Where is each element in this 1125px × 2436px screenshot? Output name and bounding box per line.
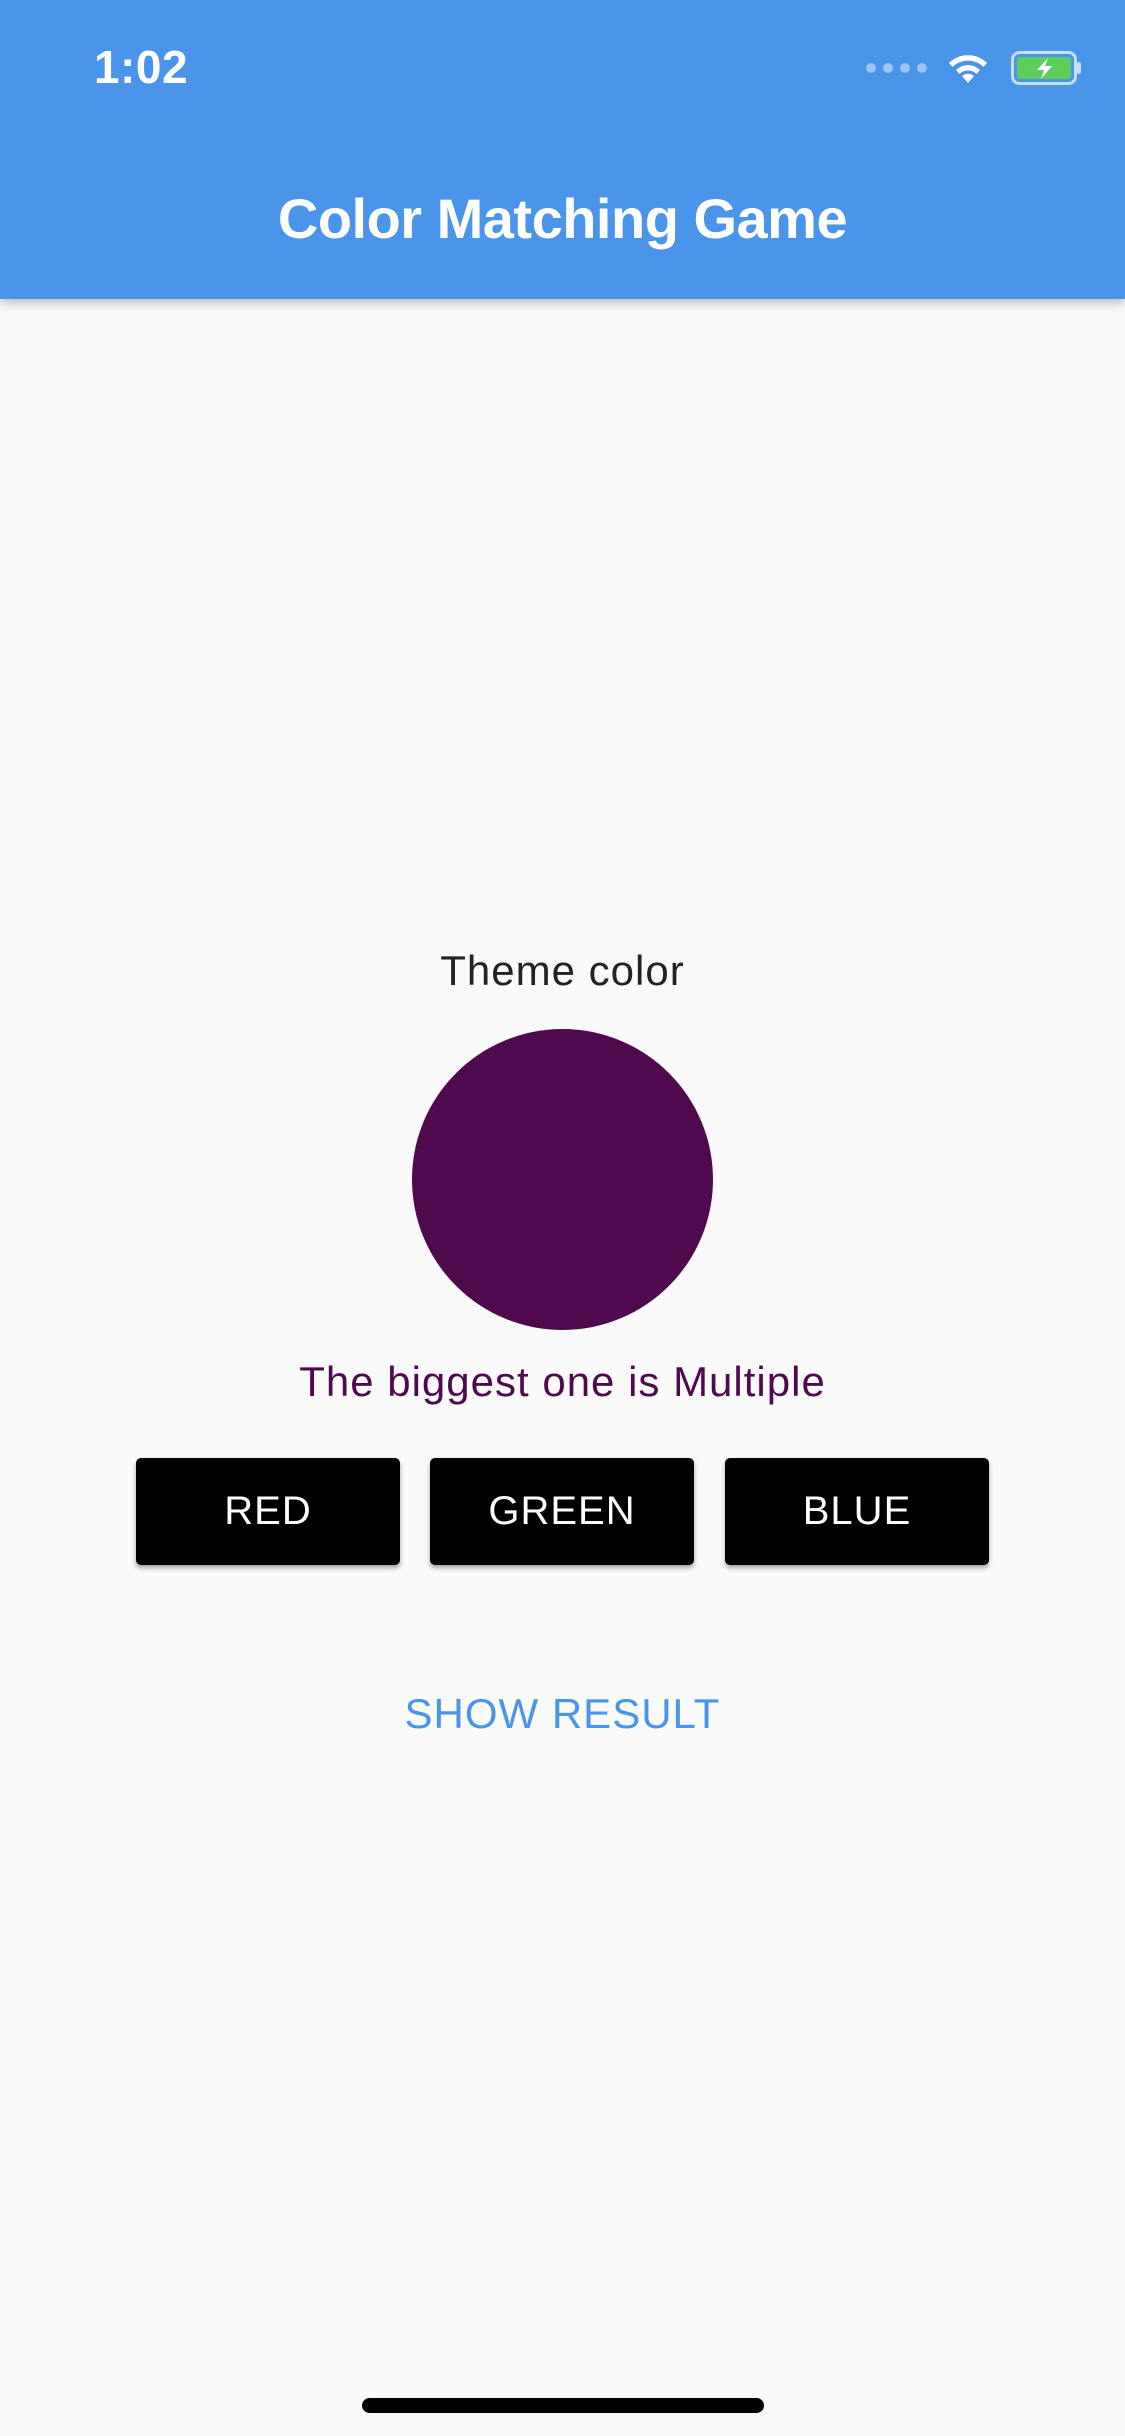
status-icons <box>866 48 1083 88</box>
show-result-button[interactable]: SHOW RESULT <box>0 1690 1125 1738</box>
theme-color-swatch <box>412 1029 713 1330</box>
cellular-signal-icon <box>866 63 927 73</box>
color-button-row: RED GREEN BLUE <box>136 1458 989 1565</box>
app-title: Color Matching Game <box>277 187 848 250</box>
status-time: 1:02 <box>94 41 189 93</box>
home-indicator[interactable] <box>362 2398 764 2413</box>
hint-text: The biggest one is Multiple <box>299 1358 826 1405</box>
blue-button[interactable]: BLUE <box>725 1458 989 1565</box>
battery-charging-icon <box>1011 51 1081 85</box>
red-button[interactable]: RED <box>136 1458 400 1565</box>
wifi-icon <box>949 55 987 83</box>
theme-color-label: Theme color <box>440 947 685 994</box>
app-bar: 1:02 Color Matching Game <box>0 0 1125 299</box>
green-button[interactable]: GREEN <box>430 1458 694 1565</box>
